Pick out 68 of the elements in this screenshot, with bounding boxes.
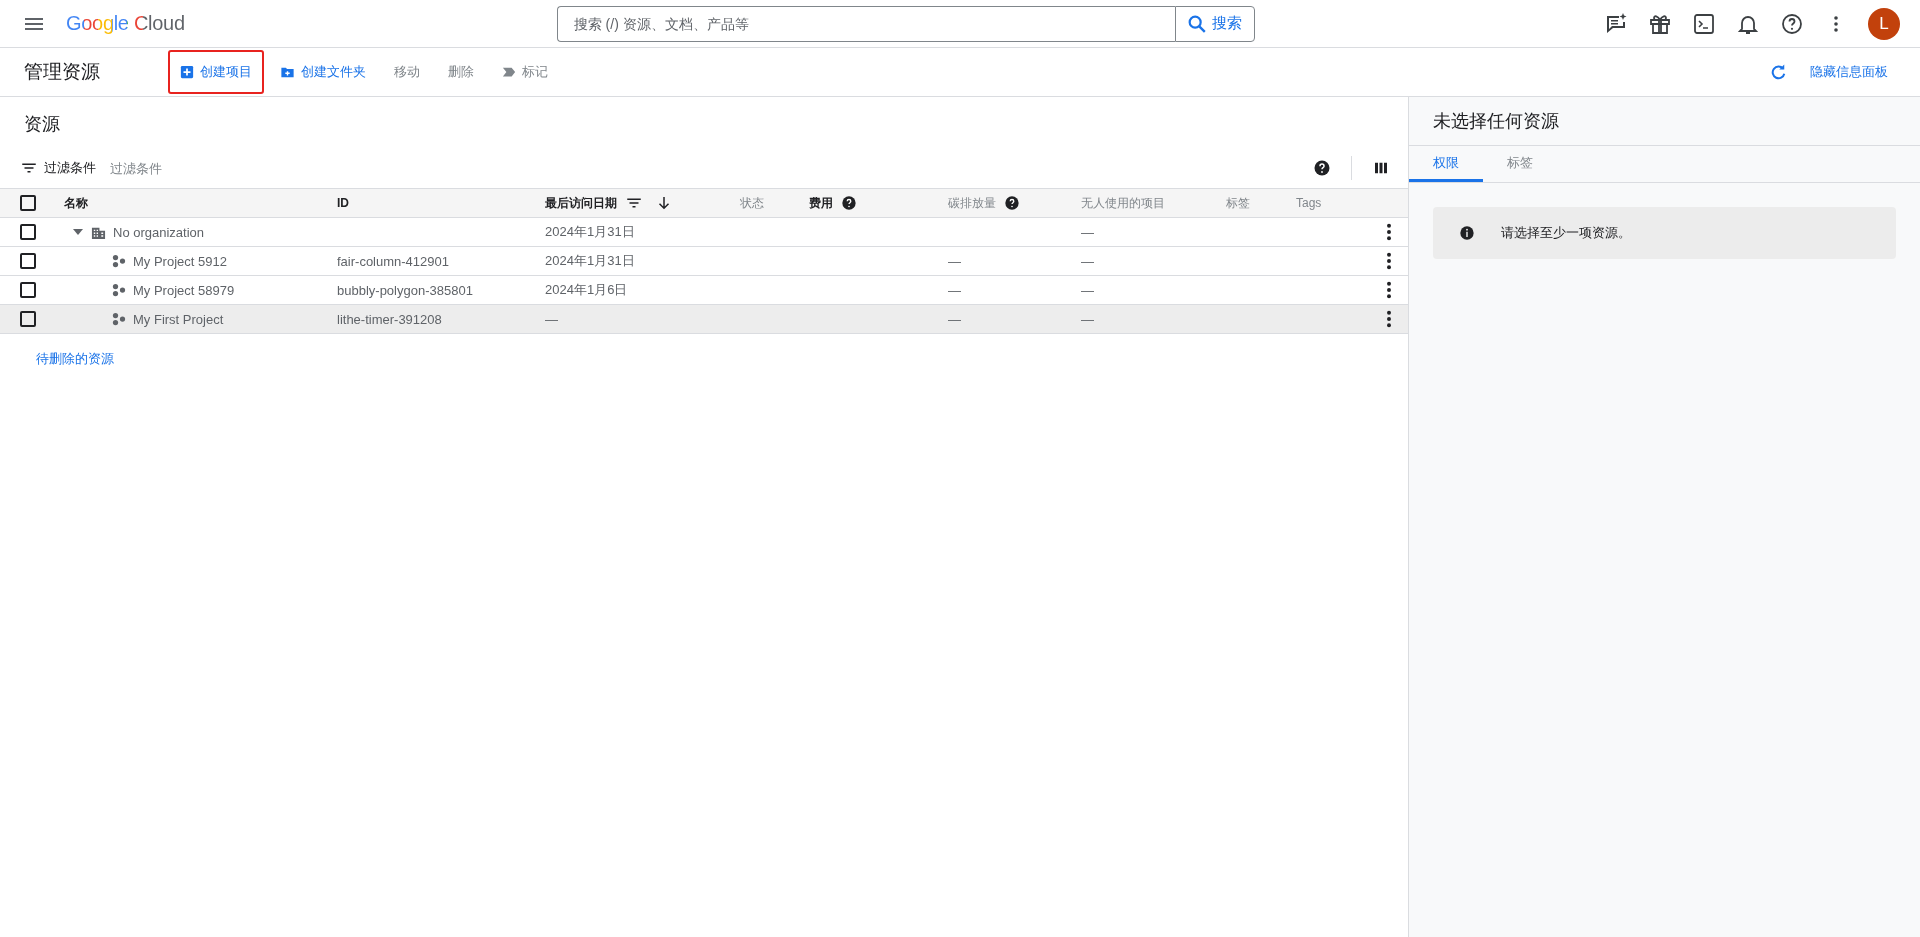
resource-name[interactable]: My Project 5912 [133,253,227,269]
panel-title: 未选择任何资源 [1409,97,1920,146]
date-cell: 2024年1月6日 [545,281,628,299]
feedback-icon[interactable] [1604,11,1628,36]
unused-cell: — [1081,224,1094,240]
column-label: 最后访问日期 [545,194,617,212]
column-label: 名称 [64,194,88,212]
row-checkbox[interactable] [20,311,36,327]
search-field[interactable]: 搜索 (/) 资源、文档、产品等 [556,5,1175,42]
project-icon [112,283,126,297]
label-icon [502,65,516,79]
date-cell: 2024年1月31日 [545,223,635,241]
help-icon[interactable] [841,195,857,211]
table-row[interactable]: No organization 2024年1月31日 — [0,218,1408,247]
pending-deletion-link[interactable]: 待删除的资源 [36,350,114,368]
row-checkbox[interactable] [20,253,36,269]
column-label: 费用 [809,194,833,212]
unused-cell: — [1081,282,1094,298]
resource-name[interactable]: My Project 58979 [133,282,235,298]
project-id: fair-column-412901 [337,253,449,269]
hide-panel-link[interactable]: 隐藏信息面板 [1804,62,1894,82]
date-cell: 2024年1月31日 [545,252,635,270]
date-cell: — [545,311,558,327]
unused-cell: — [1081,253,1094,269]
table-row[interactable]: My Project 5912 fair-column-412901 2024年1月31日 — — [0,247,1408,276]
section-title: 资源 [23,113,61,136]
page-title: 管理资源 [24,60,101,84]
row-checkbox[interactable] [20,224,36,240]
column-label: Tags [1296,196,1322,210]
help-icon[interactable] [1780,11,1804,36]
search-button[interactable]: 搜索 [1174,5,1255,42]
column-label: ID [337,196,349,210]
table-row[interactable]: My First Project lithe-timer-391208 — — — [0,305,1408,334]
row-checkbox[interactable] [20,282,36,298]
terminal-icon[interactable] [1692,11,1716,36]
column-label: 标签 [1226,194,1250,212]
column-label: 无人使用的项目 [1081,194,1165,212]
tab[interactable]: 权限 [1409,146,1483,182]
resource-name[interactable]: No organization [113,224,205,240]
more-icon[interactable] [1386,281,1392,299]
more-icon[interactable] [1386,223,1392,241]
carbon-cell: — [948,253,961,269]
plus-icon [180,65,194,79]
toolbar-button[interactable]: 创建项目 [168,50,264,94]
carbon-cell: — [948,311,961,327]
project-icon [112,312,126,326]
help-icon[interactable] [1004,195,1020,211]
logo-text[interactable]: Google Cloud [66,12,185,35]
filter-field[interactable]: 过滤条件 [108,159,312,177]
column-label: 状态 [740,194,764,212]
resource-name[interactable]: My First Project [133,311,224,327]
carbon-cell: — [948,282,961,298]
more-icon[interactable] [1386,252,1392,270]
more-icon[interactable] [1386,310,1392,328]
message-text: 请选择至少一项资源。 [1501,224,1631,242]
project-id: bubbly-polygon-385801 [337,282,473,298]
folder-plus-icon [280,65,295,79]
avatar[interactable]: L [1868,7,1900,40]
column-label: 碳排放量 [948,194,996,212]
toolbar-button[interactable]: 创建文件夹 [268,50,378,94]
help-icon[interactable] [1313,159,1331,177]
info-icon [1459,225,1475,241]
project-id: lithe-timer-391208 [337,311,442,327]
tab[interactable]: 标签 [1483,146,1557,182]
project-icon [112,254,126,268]
unused-cell: — [1081,311,1094,327]
filter-label: 过滤条件 [44,159,96,177]
select-all-checkbox[interactable] [20,195,36,211]
